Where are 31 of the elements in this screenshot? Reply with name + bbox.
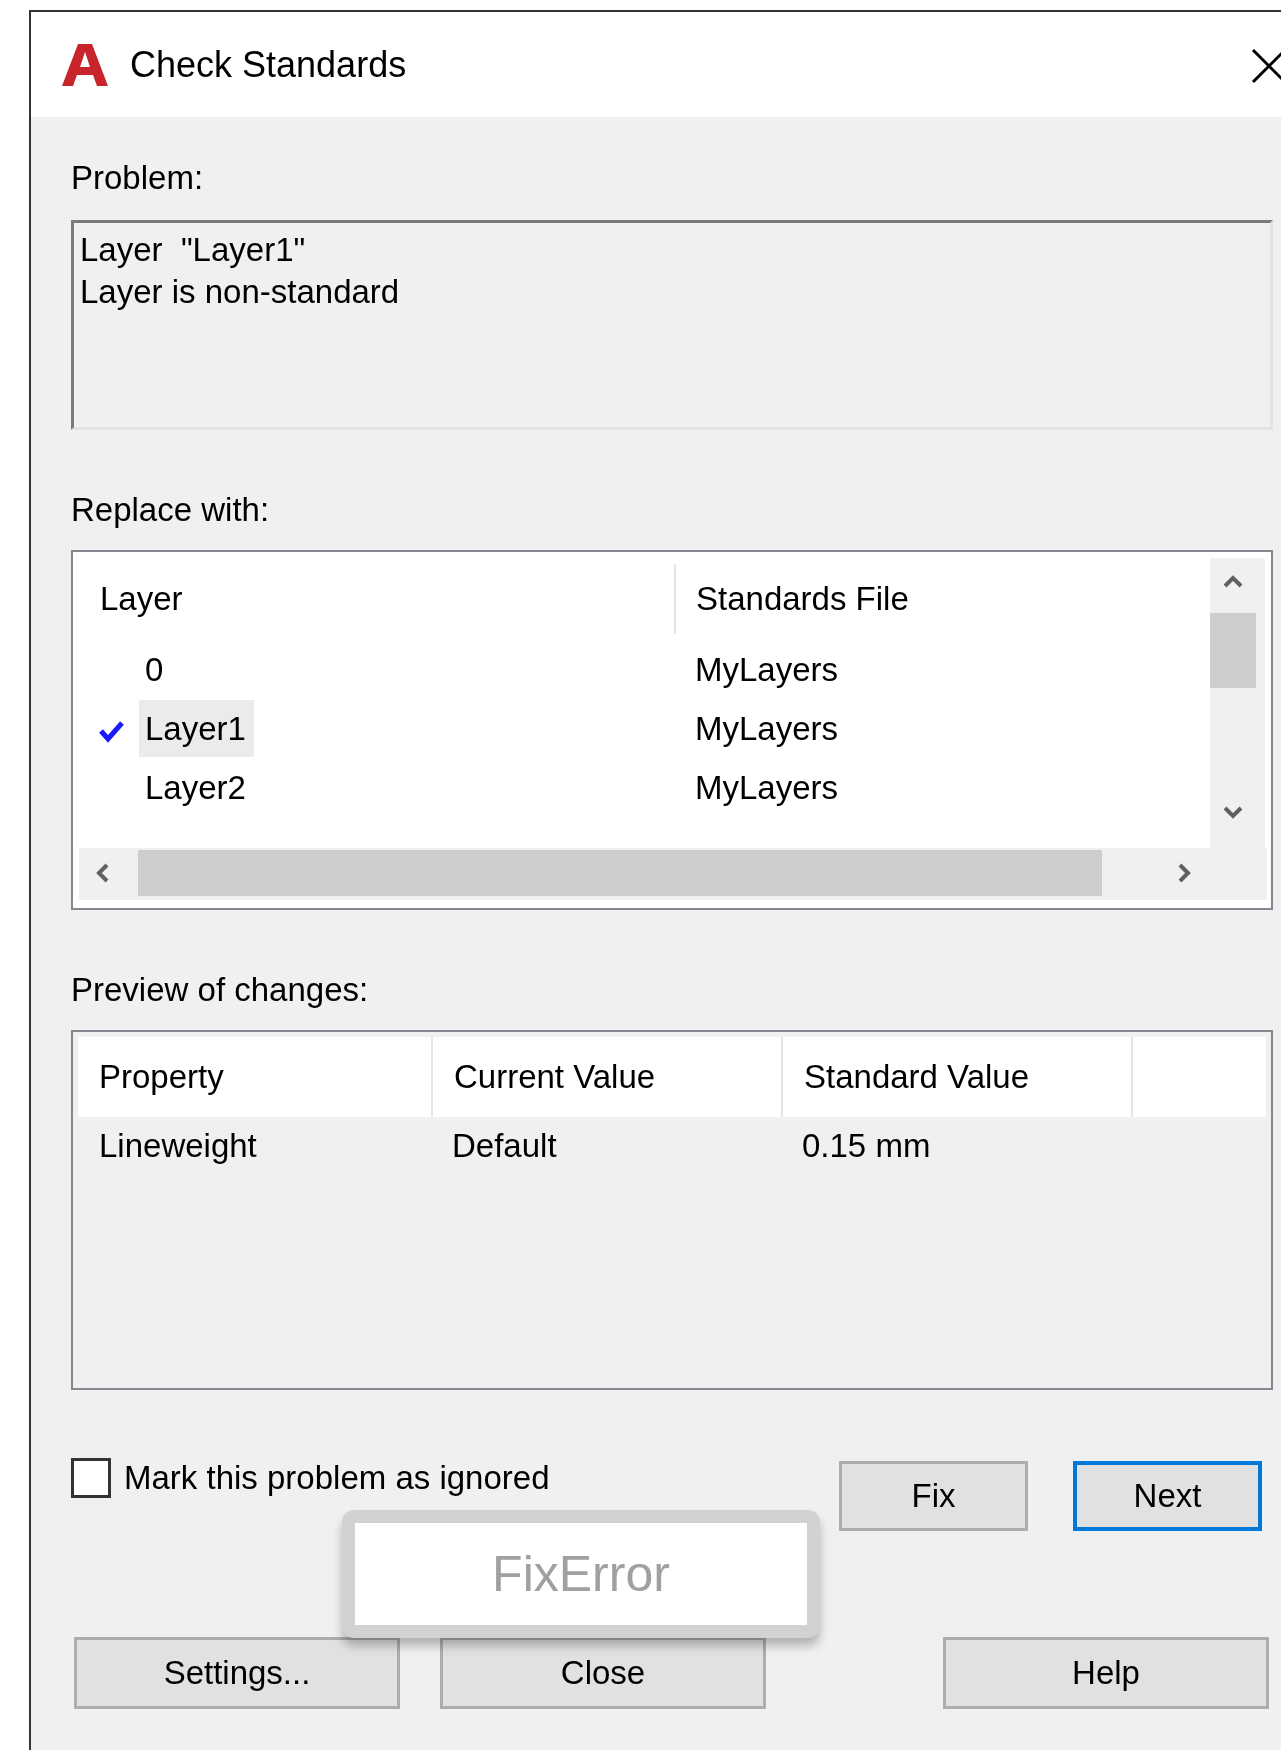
layer-item[interactable]: Layer2: [139, 759, 254, 816]
column-header[interactable]: Layer: [79, 558, 674, 640]
table-cell-text: MyLayers: [694, 650, 839, 689]
table-cell: Default: [452, 1127, 557, 1165]
replace-with-label: Replace with:: [71, 490, 270, 530]
close-button[interactable]: Close: [440, 1637, 766, 1709]
column-header[interactable]: Property: [78, 1037, 431, 1117]
table-cell-text: MyLayers: [694, 709, 839, 748]
problem-label: Problem:: [71, 158, 204, 198]
table-cell: Lineweight: [99, 1127, 257, 1165]
horizontal-scrollbar[interactable]: [79, 848, 1267, 900]
scrollbar-thumb[interactable]: [1210, 613, 1256, 688]
layer-item[interactable]: Layer1: [139, 700, 254, 757]
scrollbar-thumb[interactable]: [138, 850, 1102, 896]
vertical-scrollbar[interactable]: [1210, 558, 1265, 848]
column-header[interactable]: Current Value: [431, 1037, 781, 1117]
ignore-checkbox[interactable]: [71, 1458, 111, 1498]
window-title: Check Standards: [130, 43, 407, 86]
close-icon[interactable]: [1249, 46, 1281, 86]
help-button[interactable]: Help: [943, 1637, 1269, 1709]
column-header[interactable]: Standard Value: [781, 1037, 1131, 1117]
tooltip: FixError: [342, 1510, 820, 1638]
preview-label: Preview of changes:: [71, 970, 369, 1010]
checkbox-label[interactable]: Mark this problem as ignored: [124, 1458, 550, 1498]
settings-button[interactable]: Settings...: [74, 1637, 400, 1709]
problem-field[interactable]: Layer "Layer1" Layer is non-standard: [71, 220, 1273, 430]
table-cell-text: MyLayers: [694, 768, 839, 807]
fix-button[interactable]: Fix: [839, 1461, 1028, 1531]
table-cell: 0.15 mm: [802, 1127, 931, 1165]
next-button[interactable]: Next: [1073, 1461, 1262, 1531]
layer-item[interactable]: 0: [139, 641, 172, 698]
